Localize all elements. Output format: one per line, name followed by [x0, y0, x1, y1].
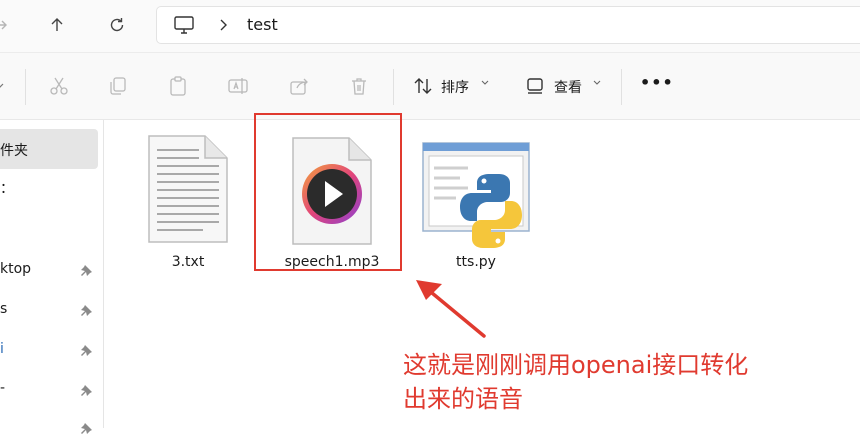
chevron-down-icon[interactable]	[480, 75, 490, 91]
highlight-box	[254, 113, 402, 271]
python-file-icon	[422, 142, 530, 248]
pin-icon	[80, 302, 94, 321]
sidebar-item-label[interactable]: s	[0, 301, 7, 317]
paste-button[interactable]	[165, 73, 191, 99]
annotation-text: 这就是刚刚调用openai接口转化 出来的语音	[403, 348, 803, 416]
sort-button[interactable]: 排序	[441, 77, 469, 97]
chevron-right-icon[interactable]	[217, 16, 231, 38]
copy-button[interactable]	[105, 73, 131, 99]
monitor-icon[interactable]	[173, 14, 195, 40]
annotation-line: 这就是刚刚调用openai接口转化	[403, 351, 749, 379]
clipboard-icon	[170, 76, 186, 96]
pin-icon	[80, 342, 94, 361]
sort-icon[interactable]	[410, 73, 436, 99]
forward-button[interactable]	[0, 10, 16, 40]
sidebar-item-label[interactable]: 件夹	[0, 140, 28, 160]
rename-button[interactable]	[225, 73, 251, 99]
more-options-button[interactable]: •••	[640, 73, 674, 92]
file-item[interactable]: 3.txt	[140, 134, 236, 274]
new-dropdown-chevron[interactable]	[0, 73, 12, 99]
refresh-button[interactable]	[102, 10, 132, 40]
scissors-icon	[50, 77, 68, 95]
pin-icon	[80, 262, 94, 281]
text-file-icon	[148, 135, 228, 243]
sidebar-item-label[interactable]: -	[0, 380, 5, 396]
sidebar-item-desktop[interactable]: ktop	[0, 261, 31, 277]
file-name[interactable]: 3.txt	[140, 254, 236, 270]
toolbar-divider	[621, 69, 622, 105]
share-icon	[290, 78, 308, 95]
chevron-down-icon[interactable]	[592, 75, 602, 91]
breadcrumb-current-folder[interactable]: test	[247, 15, 278, 34]
cut-button[interactable]	[46, 73, 72, 99]
arrow-annotation-icon	[416, 280, 486, 338]
address-bar-region: test	[0, 0, 860, 52]
chevron-down-icon	[0, 83, 4, 88]
annotation-line: 出来的语音	[403, 385, 523, 413]
rename-icon	[228, 78, 248, 94]
arrow-right-icon	[0, 20, 7, 30]
pin-icon	[80, 382, 94, 401]
pin-icon	[80, 420, 94, 439]
sidebar-item-label[interactable]: ：	[0, 178, 14, 198]
view-icon[interactable]	[522, 73, 548, 99]
view-button[interactable]: 查看	[554, 77, 582, 97]
copy-icon	[110, 77, 126, 95]
refresh-icon	[110, 18, 124, 32]
command-bar: 排序 查看 •••	[0, 52, 860, 120]
up-button[interactable]	[42, 10, 72, 40]
navigation-pane: 件夹 ： ktop s i -	[0, 120, 104, 434]
toolbar-divider	[393, 69, 394, 105]
file-name[interactable]: tts.py	[420, 254, 532, 270]
sidebar-item-label[interactable]: i	[0, 341, 4, 357]
trash-icon	[352, 78, 366, 95]
delete-button[interactable]	[346, 73, 372, 99]
toolbar-divider	[25, 69, 26, 105]
file-item[interactable]: tts.py	[420, 140, 532, 274]
address-field[interactable]: test	[156, 6, 860, 44]
share-button[interactable]	[286, 73, 312, 99]
arrow-up-icon	[51, 18, 63, 31]
